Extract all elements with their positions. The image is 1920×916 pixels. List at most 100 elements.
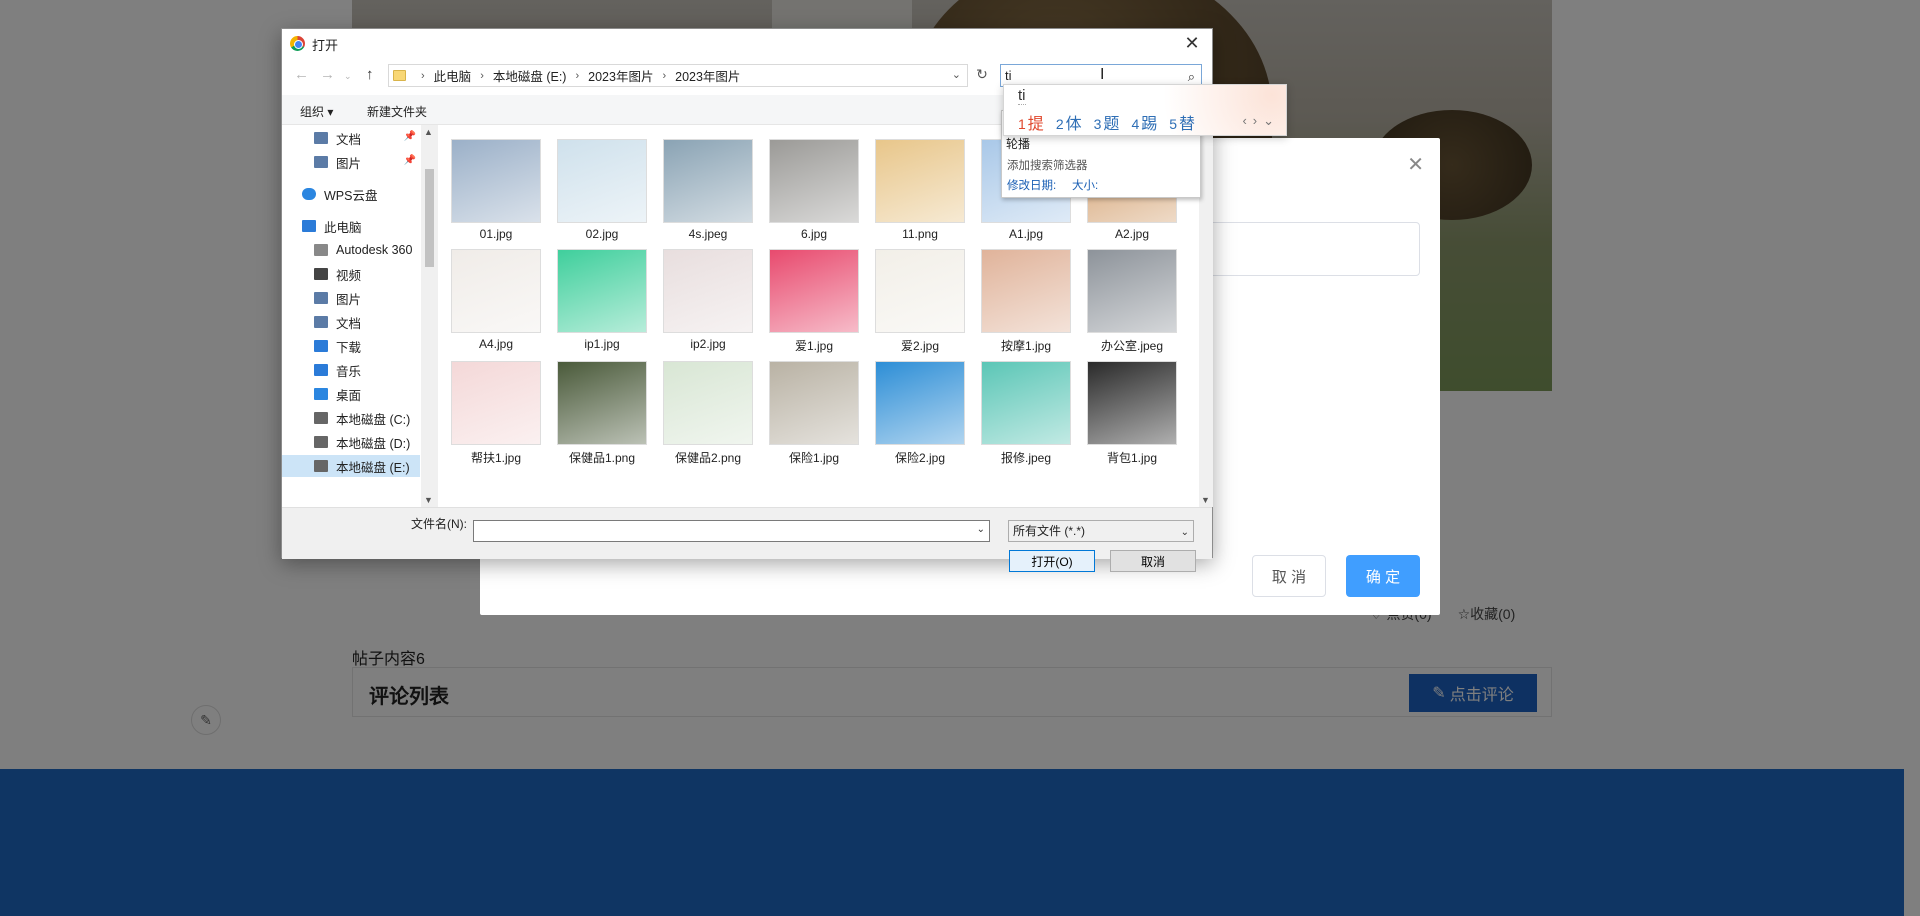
dialog-titlebar: 打开 ✕: [282, 29, 1212, 57]
file-item[interactable]: 4s.jpeg: [661, 139, 755, 241]
forward-arrow-icon[interactable]: →: [320, 66, 335, 83]
nav-item[interactable]: 音乐: [282, 359, 420, 381]
scroll-down-icon[interactable]: ▼: [1201, 495, 1210, 505]
file-item[interactable]: 爱2.jpg: [873, 249, 967, 354]
nav-item-label: Autodesk 360: [336, 243, 413, 257]
dialog-close-icon[interactable]: ✕: [1178, 31, 1206, 55]
nav-item-label: 此电脑: [324, 220, 362, 235]
up-arrow-icon[interactable]: ↑: [366, 66, 374, 83]
nav-item[interactable]: 文档 📌: [282, 127, 420, 149]
chevron-down-icon[interactable]: ⌄: [952, 68, 961, 81]
file-item[interactable]: 帮扶1.jpg: [449, 361, 543, 466]
file-thumbnail: [557, 139, 647, 223]
scroll-thumb[interactable]: [425, 169, 434, 267]
nav-item-label: 本地磁盘 (E:): [336, 460, 410, 475]
nav-item[interactable]: 视频: [282, 263, 420, 285]
file-item[interactable]: 保健品1.png: [555, 361, 649, 466]
nav-item[interactable]: 本地磁盘 (D:): [282, 431, 420, 453]
new-folder-button[interactable]: 新建文件夹: [367, 103, 427, 120]
file-thumbnail: [875, 361, 965, 445]
breadcrumb-item[interactable]: 此电脑: [434, 66, 472, 85]
file-thumbnail: [663, 139, 753, 223]
file-item[interactable]: 11.png: [873, 139, 967, 241]
breadcrumb-item[interactable]: 2023年图片: [675, 66, 740, 85]
text-cursor-icon: I: [1100, 66, 1105, 83]
nav-item[interactable]: 此电脑: [282, 215, 420, 237]
modal-ok-button[interactable]: 确 定: [1346, 555, 1420, 597]
file-item[interactable]: 爱1.jpg: [767, 249, 861, 354]
file-item[interactable]: 保险1.jpg: [767, 361, 861, 466]
nav-item-label: WPS云盘: [324, 188, 378, 203]
breadcrumb-item[interactable]: 2023年图片: [588, 66, 653, 85]
cancel-button[interactable]: 取消: [1110, 550, 1196, 572]
nav-item[interactable]: 本地磁盘 (E:): [282, 455, 420, 477]
ime-page-nav[interactable]: ‹›⌄: [1242, 113, 1280, 129]
nav-item[interactable]: 桌面: [282, 383, 420, 405]
file-item[interactable]: 6.jpg: [767, 139, 861, 241]
file-item[interactable]: 办公室.jpeg: [1085, 249, 1179, 354]
nav-item[interactable]: Autodesk 360: [282, 239, 420, 261]
nav-item[interactable]: 图片: [282, 287, 420, 309]
nav-item[interactable]: WPS云盘: [282, 183, 420, 205]
nav-item[interactable]: 图片 📌: [282, 151, 420, 173]
ime-candidate[interactable]: 4踢: [1131, 110, 1157, 134]
file-thumbnail: [451, 139, 541, 223]
nav-item-label: 视频: [336, 268, 362, 283]
drive-icon: [314, 460, 328, 472]
nav-scrollbar[interactable]: ▲ ▼: [421, 125, 438, 507]
back-arrow-icon[interactable]: ←: [294, 66, 309, 83]
refresh-icon[interactable]: ↻: [972, 66, 992, 86]
modal-cancel-button[interactable]: 取 消: [1252, 555, 1326, 597]
file-item[interactable]: ip2.jpg: [661, 249, 755, 351]
pin-icon: 📌: [403, 155, 416, 166]
file-item[interactable]: 01.jpg: [449, 139, 543, 241]
file-item[interactable]: 报修.jpeg: [979, 361, 1073, 466]
file-name: 6.jpg: [800, 227, 828, 241]
nav-item[interactable]: 本地磁盘 (C:): [282, 407, 420, 429]
file-item[interactable]: ip1.jpg: [555, 249, 649, 351]
close-icon[interactable]: ✕: [1407, 152, 1424, 177]
ime-candidate-window: ti 1提 2体 3题 4踢 5替 ‹›⌄: [1003, 84, 1287, 136]
file-name: 保健品2.png: [674, 451, 742, 465]
file-item[interactable]: 保健品2.png: [661, 361, 755, 466]
file-item[interactable]: 背包1.jpg: [1085, 361, 1179, 466]
nav-item[interactable]: 文档: [282, 311, 420, 333]
file-thumbnail: [875, 249, 965, 333]
filename-input[interactable]: ⌄: [473, 520, 990, 542]
folder-icon: [393, 70, 406, 81]
scroll-down-icon[interactable]: ▼: [424, 495, 433, 505]
ime-candidate[interactable]: 2体: [1056, 110, 1082, 134]
file-item[interactable]: 按摩1.jpg: [979, 249, 1073, 354]
nav-item[interactable]: 下载: [282, 335, 420, 357]
chevron-down-icon[interactable]: ⌄: [977, 524, 985, 535]
ime-candidate[interactable]: 5替: [1169, 110, 1195, 134]
organize-button[interactable]: 组织 ▾: [300, 103, 333, 120]
breadcrumb-item[interactable]: 本地磁盘 (E:): [493, 66, 567, 85]
desktop-icon: [314, 388, 328, 400]
file-scrollbar[interactable]: ▼: [1199, 125, 1213, 507]
ime-composition: ti: [1018, 87, 1026, 105]
filter-modified-date[interactable]: 修改日期:: [1007, 177, 1056, 193]
file-thumbnail: [981, 249, 1071, 333]
search-suggestion-item[interactable]: 轮播: [1006, 135, 1030, 152]
nav-item-label: 图片: [336, 292, 362, 307]
file-item[interactable]: 保险2.jpg: [873, 361, 967, 466]
filename-label: 文件名(N):: [411, 517, 467, 531]
file-name: ip1.jpg: [584, 337, 620, 351]
ime-candidate[interactable]: 3题: [1094, 110, 1120, 134]
file-item[interactable]: 02.jpg: [555, 139, 649, 241]
pictures-icon: [314, 292, 328, 304]
recent-dropdown-icon[interactable]: ⌄: [344, 71, 352, 82]
download-icon: [314, 340, 328, 352]
file-thumbnail: [769, 139, 859, 223]
open-button[interactable]: 打开(O): [1009, 550, 1095, 572]
file-type-select[interactable]: 所有文件 (*.*) ⌄: [1008, 520, 1194, 542]
address-bar[interactable]: › 此电脑 › 本地磁盘 (E:) › 2023年图片 › 2023年图片 ⌄: [388, 64, 968, 87]
filter-size[interactable]: 大小:: [1072, 177, 1098, 193]
file-name: 办公室.jpeg: [1100, 339, 1164, 353]
ime-candidate[interactable]: 1提: [1018, 110, 1044, 134]
scroll-up-icon[interactable]: ▲: [424, 127, 433, 137]
file-item[interactable]: A4.jpg: [449, 249, 543, 351]
dialog-title: 打开: [312, 38, 339, 53]
file-name: A2.jpg: [1114, 227, 1150, 241]
